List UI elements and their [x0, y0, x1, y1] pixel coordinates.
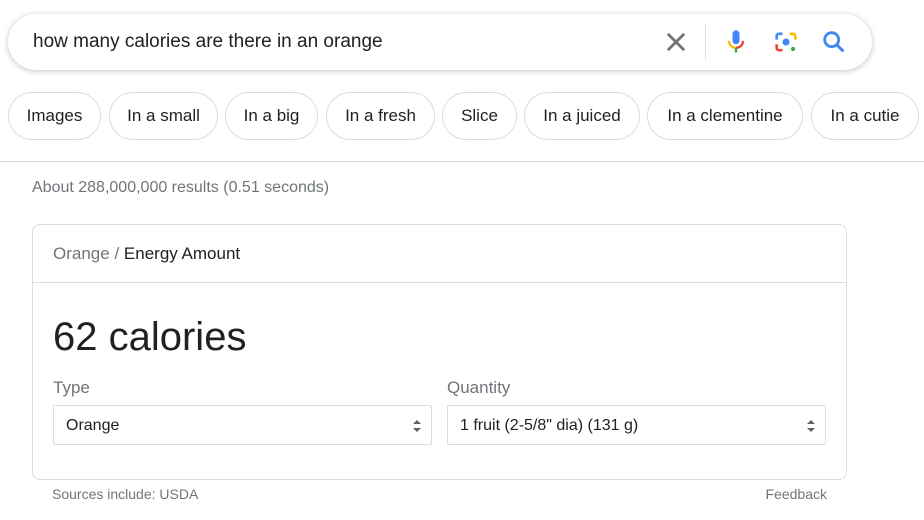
calorie-value: 62 calories — [53, 315, 247, 359]
divider — [0, 161, 924, 162]
chip-images[interactable]: Images — [8, 92, 101, 140]
divider — [705, 24, 706, 60]
chip-slice[interactable]: Slice — [442, 92, 517, 140]
close-icon[interactable] — [662, 28, 690, 56]
search-box[interactable]: how many calories are there in an orange — [8, 14, 872, 70]
microphone-icon[interactable] — [722, 28, 750, 56]
chip-in-a-fresh[interactable]: In a fresh — [326, 92, 435, 140]
quantity-select-value: 1 fruit (2-5/8" dia) (131 g) — [460, 417, 639, 434]
breadcrumb-current: Energy Amount — [123, 244, 241, 263]
type-select[interactable]: Orange — [53, 405, 432, 445]
google-lens-icon[interactable] — [772, 28, 800, 56]
select-arrows-icon — [413, 420, 421, 432]
type-select-value: Orange — [66, 417, 120, 434]
type-label: Type — [53, 378, 90, 397]
calorie-card: Orange / Energy Amount 62 calories Type … — [32, 224, 847, 480]
breadcrumb-parent[interactable]: Orange — [53, 244, 110, 263]
search-input[interactable]: how many calories are there in an orange — [33, 31, 383, 53]
chip-in-a-small[interactable]: In a small — [109, 92, 218, 140]
sources-text: Sources include: USDA — [52, 486, 199, 502]
quantity-select[interactable]: 1 fruit (2-5/8" dia) (131 g) — [447, 405, 826, 445]
breadcrumb-separator: / — [114, 244, 120, 263]
feedback-link[interactable]: Feedback — [766, 486, 827, 502]
chip-in-a-cutie[interactable]: In a cutie — [811, 92, 919, 140]
results-stats: About 288,000,000 results (0.51 seconds) — [32, 179, 330, 196]
select-arrows-icon — [807, 420, 815, 432]
quantity-label: Quantity — [447, 378, 511, 397]
chip-in-a-big[interactable]: In a big — [225, 92, 318, 140]
breadcrumb: Orange / Energy Amount — [53, 244, 240, 264]
chip-in-a-juiced[interactable]: In a juiced — [524, 92, 640, 140]
divider — [33, 282, 846, 283]
search-icon[interactable] — [820, 28, 848, 56]
chip-in-a-clementine[interactable]: In a clementine — [647, 92, 803, 140]
